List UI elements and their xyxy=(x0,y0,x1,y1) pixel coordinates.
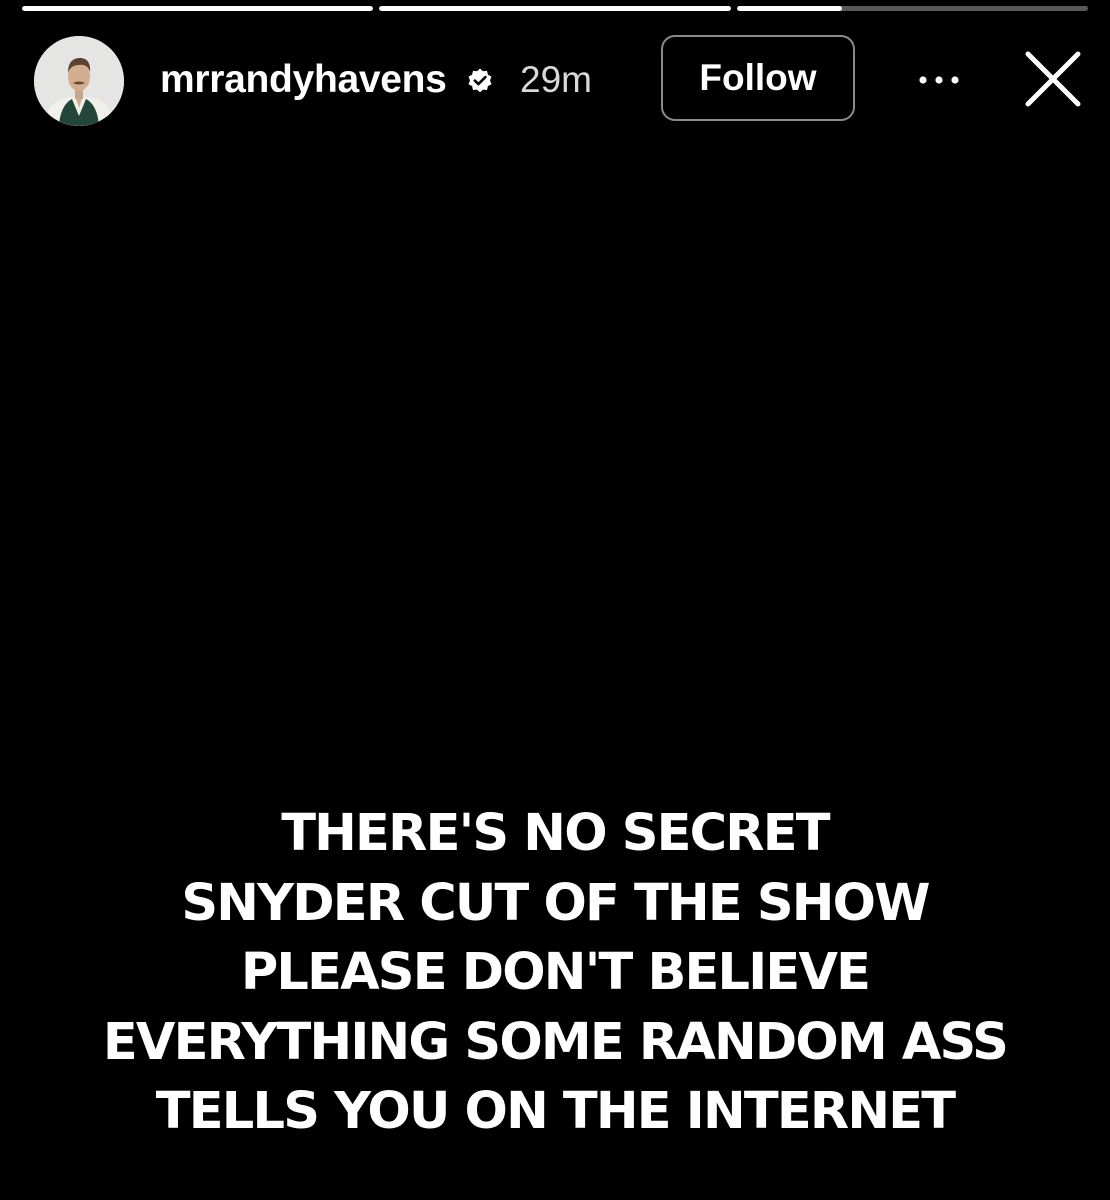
story-caption: THERE'S NO SECRET SNYDER CUT OF THE SHOW… xyxy=(0,799,1110,1147)
story-progress-segment xyxy=(736,6,1088,11)
story-progress-segment xyxy=(379,6,731,11)
story-progress-segment xyxy=(22,6,374,11)
story-progress-fill xyxy=(22,6,374,11)
post-time: 29m xyxy=(520,59,592,100)
story-progress-fill xyxy=(379,6,731,11)
avatar-image xyxy=(34,36,124,126)
caption-line: THERE'S NO SECRET xyxy=(281,804,830,863)
caption-line: PLEASE DON'T BELIEVE xyxy=(240,943,871,1002)
username[interactable]: mrrandyhavens xyxy=(160,56,447,104)
caption-line: TELLS YOU ON THE INTERNET xyxy=(155,1082,956,1141)
caption-line: EVERYTHING SOME RANDOM ASS xyxy=(102,1012,1009,1072)
story-header: mrrandyhavens 29m Follow xyxy=(34,34,1086,126)
close-icon[interactable] xyxy=(1023,49,1083,109)
follow-button[interactable]: Follow xyxy=(661,35,855,121)
avatar[interactable] xyxy=(34,36,124,126)
verified-badge-icon xyxy=(468,68,492,93)
more-dots-icon[interactable] xyxy=(914,70,964,90)
story-progress-fill xyxy=(736,6,843,11)
caption-line: SNYDER CUT OF THE SHOW xyxy=(181,873,930,933)
story-progress-bar xyxy=(22,6,1088,11)
